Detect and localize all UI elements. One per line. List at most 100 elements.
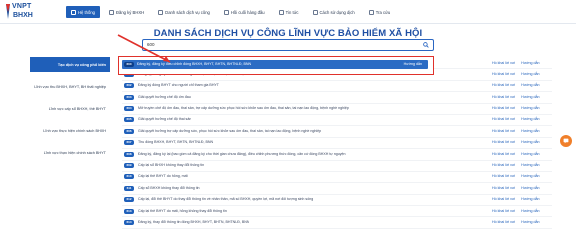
top-header: VNPT BHXH Hệ thống Đăng ký BHXH Danh sác… — [0, 0, 576, 24]
logo-text-bhxh: BHXH — [13, 12, 33, 19]
guide-link[interactable]: Hướng dẫn — [521, 163, 539, 167]
search-icon[interactable] — [423, 42, 429, 48]
submit-dossier-link[interactable]: Hồ khai lời xưi — [492, 209, 515, 213]
nav-item-hoi-dap[interactable]: Hồi cuối hàng đầu — [219, 6, 270, 18]
guide-link[interactable]: Hướng dẫn — [521, 152, 539, 156]
sidebar-item-thu-bhxh[interactable]: Lĩnh vực thu BHXH, BHYT, BH thất nghiệp — [30, 79, 110, 94]
submit-dossier-link[interactable]: Hồ khai lời xưi — [492, 117, 515, 121]
guide-link[interactable]: Hướng dẫn — [521, 197, 539, 201]
row-links: Hồ khai lời xưi Hướng dẫn — [492, 129, 546, 133]
service-code-badge: 605 — [124, 117, 134, 123]
guide-link[interactable]: Hướng dẫn — [521, 129, 539, 133]
lookup-icon — [368, 9, 374, 15]
service-name[interactable]: Cấp sổ BHXH không thay đổi thông tin — [138, 186, 200, 190]
table-row[interactable]: 609 Cấp lại sổ BHXH không thay đổi thông … — [122, 161, 552, 172]
service-code-badge: 604 — [124, 106, 134, 112]
table-row[interactable]: 604 Mở truyền chế độ ốm đau, thai sản, tr… — [122, 104, 552, 115]
table-row[interactable]: 608 Đăng ký, đăng ký lại (bao gồm cả đăng… — [122, 149, 552, 161]
guide-link[interactable]: Hướng dẫn — [521, 95, 539, 99]
nav-label: Hồi cuối hàng đầu — [230, 9, 265, 15]
search-box[interactable]: 600 — [142, 39, 434, 51]
search-input[interactable]: 600 — [147, 42, 155, 47]
table-row[interactable]: 613 Cấp lại thẻ BHYT do mất, hỏng không t… — [122, 206, 552, 218]
row-links: Hồ khai lời xưi Hướng dẫn — [492, 152, 546, 156]
submit-dossier-link[interactable]: Hồ khai lời xưi — [492, 140, 515, 144]
nav-item-dich-vu-cong[interactable]: Danh sách dịch vụ công — [153, 6, 215, 18]
submit-dossier-link[interactable]: Hồ khai lời xưi — [492, 106, 515, 110]
nav-item-dang-ky[interactable]: Đăng ký BHXH — [104, 6, 149, 18]
service-code-badge: 614 — [124, 219, 134, 225]
submit-dossier-link[interactable]: Hồ khai lời xưi — [492, 95, 515, 99]
service-name[interactable]: Thu đóng BHXH, BHYT, BHTN, BHTNLĐ, BNN — [138, 140, 213, 144]
submit-dossier-link[interactable]: Hồ khai lời xưi — [492, 72, 515, 76]
guide-link[interactable]: Hướng dẫn — [521, 106, 539, 110]
nav-label: Danh sách dịch vụ công — [165, 9, 210, 15]
table-row[interactable]: 612 Cấp lại, đổi thẻ BHYT do thay đổi thô… — [122, 195, 552, 207]
category-sidebar: Tạo dịch vụ công phổ biến Lĩnh vực thu B… — [30, 57, 110, 167]
row-links: Hồ khai lời xưi Hướng dẫn — [492, 95, 546, 99]
service-name[interactable]: Cấp lại, đổi thẻ BHYT do thay đổi thông … — [138, 197, 313, 201]
submit-dossier-link[interactable]: Hồ khai lời xưi — [492, 174, 515, 178]
vnpt-bhxh-logo[interactable]: VNPT BHXH — [5, 2, 35, 22]
question-icon — [223, 9, 229, 15]
table-row[interactable]: 614 Đăng ký, thay đổi thông tin đóng BHXH… — [122, 217, 552, 229]
service-code-badge: 606 — [124, 128, 134, 134]
guide-link[interactable]: Hướng dẫn — [521, 117, 539, 121]
service-code-badge: 607 — [124, 140, 134, 146]
guide-link[interactable]: Hướng dẫn — [521, 72, 539, 76]
guide-link[interactable]: Hướng dẫn — [521, 174, 539, 178]
guide-icon — [312, 9, 318, 15]
help-chat-button[interactable] — [560, 135, 572, 147]
nav-item-tin-tuc[interactable]: Tin tức — [274, 6, 304, 18]
submit-dossier-link[interactable]: Hồ khai lời xưi — [492, 197, 515, 201]
nav-label: Cách sử dụng dịch — [319, 9, 355, 15]
row-links: Hồ khai lời xưi Hướng dẫn — [492, 209, 546, 213]
sidebar-item-pho-bien[interactable]: Tạo dịch vụ công phổ biến — [30, 57, 110, 72]
sidebar-item-cap-so[interactable]: Lĩnh vực cấp sổ BHXH, thẻ BHYT — [30, 101, 110, 116]
guide-link[interactable]: Hướng dẫn — [521, 140, 539, 144]
service-name[interactable]: Cấp lại thẻ BHYT do hỏng, mất — [138, 174, 188, 178]
table-row[interactable]: 611 Cấp sổ BHXH không thay đổi thông tin H… — [122, 183, 552, 195]
service-name[interactable]: Giải quyết hưởng trợ cấp dưỡng sức, phục… — [138, 129, 321, 133]
table-row[interactable]: 610 Cấp lại thẻ BHYT do hỏng, mất Hồ khai … — [122, 172, 552, 184]
guide-link[interactable]: Hướng dẫn — [521, 83, 539, 87]
service-name[interactable]: Cấp lại sổ BHXH không thay đổi thông tin — [138, 163, 204, 167]
table-row[interactable]: 606 Giải quyết hưởng trợ cấp dưỡng sức, p… — [122, 126, 552, 138]
service-name[interactable]: Đăng ký, thay đổi thông tin đóng BHXH, B… — [138, 220, 249, 224]
table-row[interactable]: 603 Giải quyết hưởng chế độ ốm đau Hồ khai… — [122, 92, 552, 104]
sidebar-item-chinh-sach-bhxh[interactable]: Lĩnh vực thực hiện chính sách BHXH — [30, 123, 110, 138]
guide-link[interactable]: Hướng dẫn — [521, 186, 539, 190]
row-links: Hồ khai lời xưi Hướng dẫn — [492, 61, 546, 65]
guide-link[interactable]: Hướng dẫn — [521, 220, 539, 224]
nav-item-tra-cuu[interactable]: Tra cứu — [364, 6, 396, 18]
submit-dossier-link[interactable]: Hồ khai lời xưi — [492, 61, 515, 65]
service-name[interactable]: Đăng ký đóng BHYT cho người chỉ tham gia… — [138, 83, 219, 87]
chat-icon — [563, 138, 569, 144]
search-suggestion-item[interactable]: 600 Đăng ký, đăng ký điều chỉnh đóng BHX… — [122, 60, 428, 69]
service-name[interactable]: Mở truyền chế độ ốm đau, thai sản, trợ c… — [138, 106, 349, 110]
nav-item-he-thong[interactable]: Hệ thống — [66, 6, 100, 18]
submit-dossier-link[interactable]: Hồ khai lời xưi — [492, 83, 515, 87]
row-links: Hồ khai lời xưi Hướng dẫn — [492, 83, 546, 87]
search-suggestion-box: 600 Đăng ký, đăng ký điều chỉnh đóng BHX… — [118, 56, 434, 75]
service-name[interactable]: Cấp lại thẻ BHYT do mất, hỏng không thay… — [138, 209, 227, 213]
service-name[interactable]: Đăng ký, đăng ký lại (bao gồm cả đăng ký… — [138, 152, 346, 156]
row-links: Hồ khai lời xưi Hướng dẫn — [492, 72, 546, 76]
service-code-badge: 610 — [124, 174, 134, 180]
submit-dossier-link[interactable]: Hồ khai lời xưi — [492, 186, 515, 190]
suggestion-guide-link[interactable]: Hướng dẫn — [404, 62, 422, 66]
submit-dossier-link[interactable]: Hồ khai lời xưi — [492, 152, 515, 156]
guide-link[interactable]: Hướng dẫn — [521, 209, 539, 213]
guide-link[interactable]: Hướng dẫn — [521, 61, 539, 65]
table-row[interactable]: 607 Thu đóng BHXH, BHYT, BHTN, BHTNLĐ, BN… — [122, 138, 552, 150]
service-name[interactable]: Giải quyết hưởng chế độ thai sản — [138, 117, 191, 121]
sidebar-item-chinh-sach-bhyt[interactable]: Lĩnh vực thực hiện chính sách BHYT — [30, 145, 110, 160]
submit-dossier-link[interactable]: Hồ khai lời xưi — [492, 163, 515, 167]
table-row[interactable]: 605 Giải quyết hưởng chế độ thai sản Hồ kh… — [122, 115, 552, 127]
submit-dossier-link[interactable]: Hồ khai lời xưi — [492, 129, 515, 133]
nav-item-cach-su-dung[interactable]: Cách sử dụng dịch — [308, 6, 360, 18]
submit-dossier-link[interactable]: Hồ khai lời xưi — [492, 220, 515, 224]
nav-label: Tin tức — [285, 9, 299, 15]
service-name[interactable]: Giải quyết hưởng chế độ ốm đau — [138, 95, 191, 99]
table-row[interactable]: 602 Đăng ký đóng BHYT cho người chỉ tham … — [122, 81, 552, 93]
